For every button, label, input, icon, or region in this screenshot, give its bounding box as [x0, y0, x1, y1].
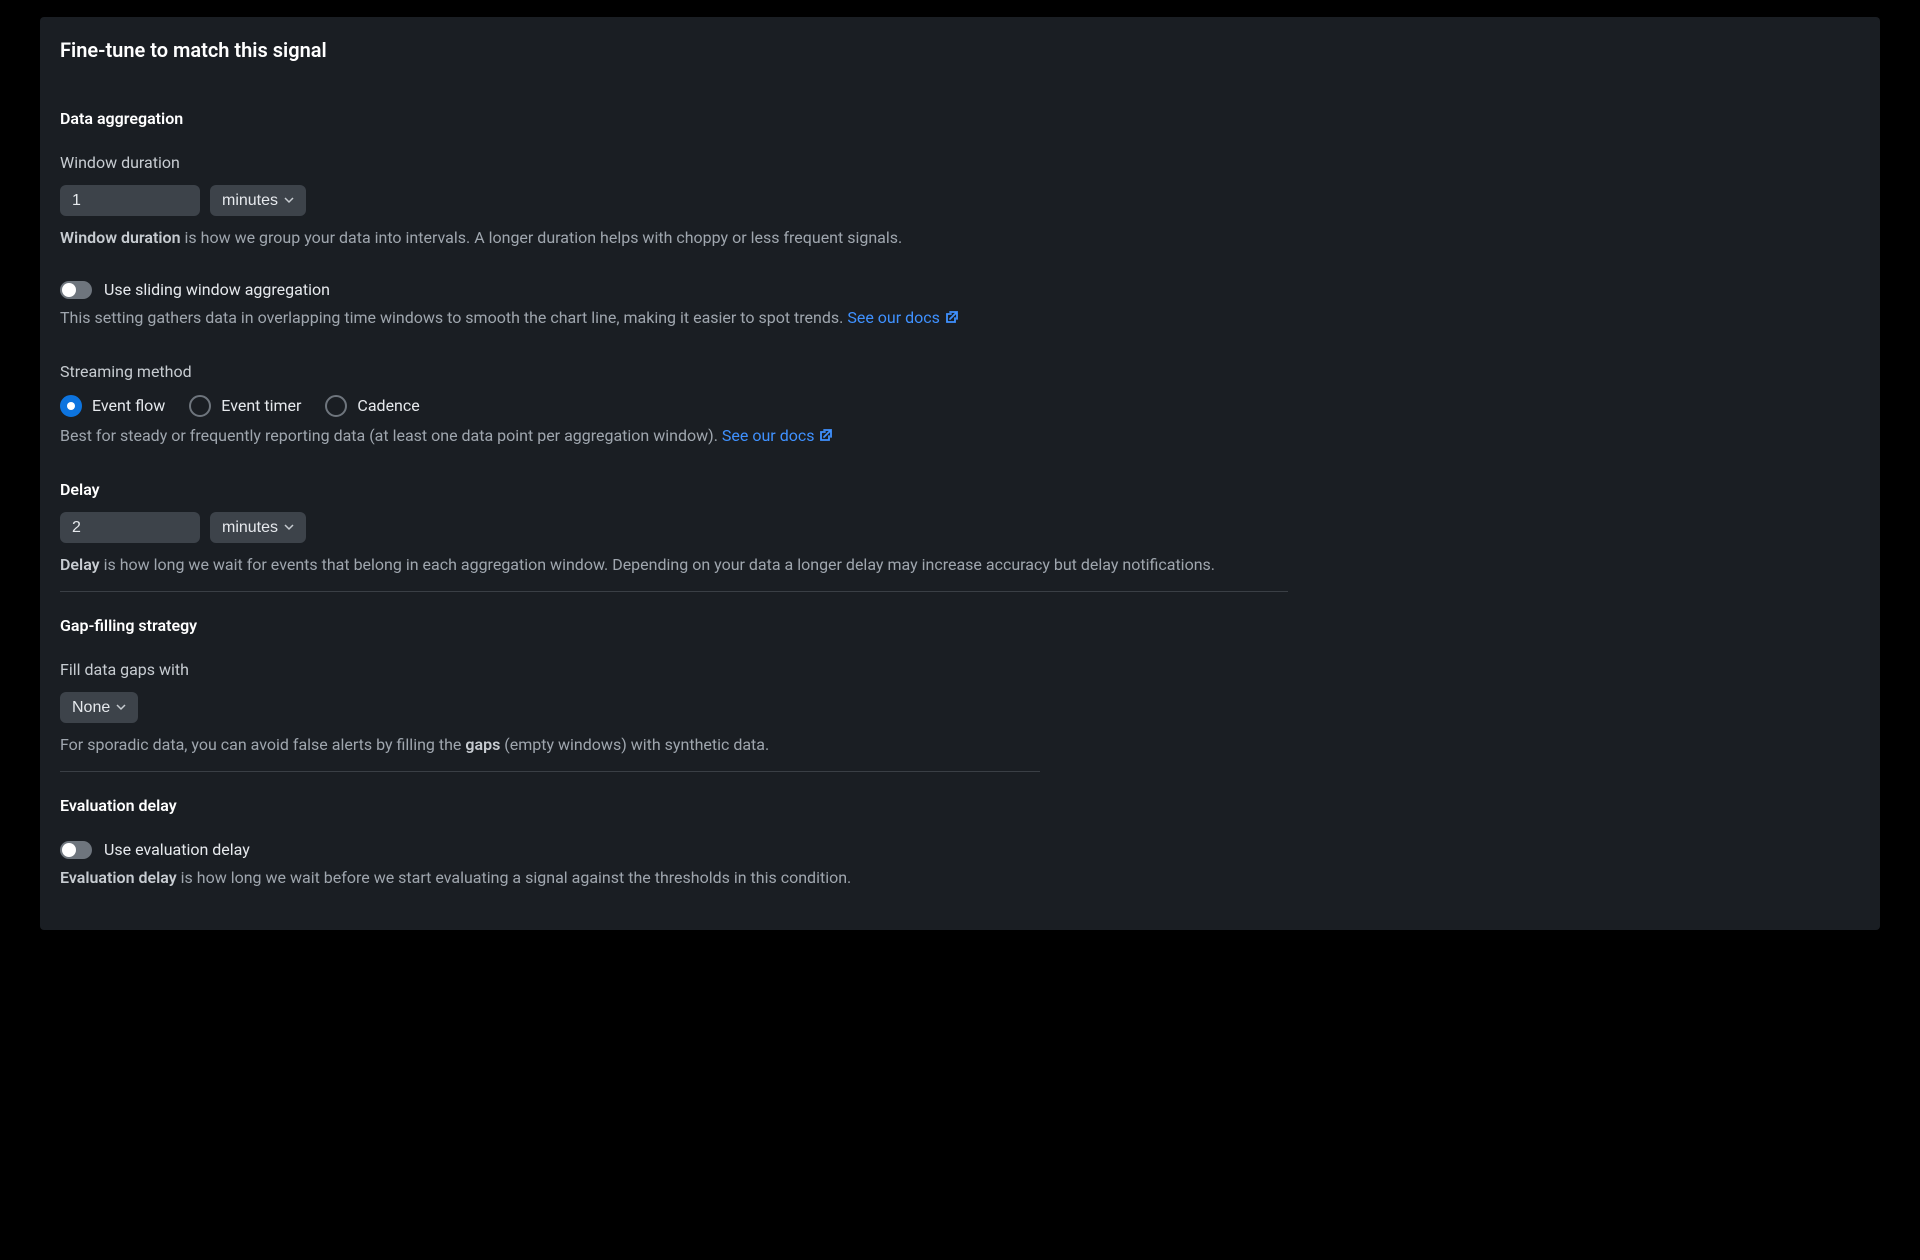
radio-icon [60, 395, 82, 417]
page-title: Fine-tune to match this signal [60, 35, 1860, 65]
radio-cadence[interactable]: Cadence [325, 394, 419, 418]
streaming-method-help: Best for steady or frequently reporting … [60, 424, 1860, 450]
delay-label: Delay [60, 478, 1860, 502]
streaming-method-help-text: Best for steady or frequently reporting … [60, 426, 722, 445]
section-title-data-aggregation: Data aggregation [60, 107, 1860, 131]
fill-gaps-row: None [60, 692, 1860, 723]
divider [60, 591, 1288, 592]
window-duration-label: Window duration [60, 151, 1860, 175]
window-duration-input[interactable] [60, 185, 200, 216]
radio-icon [189, 395, 211, 417]
evaluation-delay-help: Evaluation delay is how long we wait bef… [60, 866, 1860, 890]
section-title-evaluation-delay: Evaluation delay [60, 794, 1860, 818]
delay-row: minutes [60, 512, 1860, 543]
section-evaluation-delay: Evaluation delay Use evaluation delay Ev… [60, 794, 1860, 890]
radio-cadence-label: Cadence [357, 394, 419, 418]
evaluation-delay-row: Use evaluation delay [60, 838, 1860, 862]
sliding-window-toggle[interactable] [60, 281, 92, 299]
sliding-window-label: Use sliding window aggregation [104, 278, 330, 302]
fill-gaps-help: For sporadic data, you can avoid false a… [60, 733, 1860, 757]
fill-gaps-help-strong: gaps [465, 735, 500, 754]
delay-help-strong: Delay [60, 555, 100, 574]
chevron-down-icon [284, 194, 294, 208]
chevron-down-icon [116, 701, 126, 715]
streaming-method-docs-link-text: See our docs [722, 426, 815, 445]
fill-gaps-value: None [72, 699, 110, 717]
external-link-icon [944, 308, 960, 332]
streaming-method-radios: Event flow Event timer Cadence [60, 394, 1860, 418]
streaming-method-label: Streaming method [60, 360, 1860, 384]
window-duration-help-strong: Window duration [60, 228, 181, 247]
delay-help: Delay is how long we wait for events tha… [60, 553, 1860, 577]
delay-unit-label: minutes [222, 519, 278, 537]
sliding-window-docs-link[interactable]: See our docs [847, 308, 960, 327]
external-link-icon [818, 426, 834, 450]
fill-gaps-help-post: (empty windows) with synthetic data. [500, 735, 769, 754]
radio-event-timer-label: Event timer [221, 394, 301, 418]
window-duration-row: minutes [60, 185, 1860, 216]
fill-gaps-select[interactable]: None [60, 692, 138, 723]
section-title-gap-filling: Gap-filling strategy [60, 614, 1860, 638]
radio-event-timer[interactable]: Event timer [189, 394, 301, 418]
fill-gaps-help-pre: For sporadic data, you can avoid false a… [60, 735, 465, 754]
divider [60, 771, 1040, 772]
section-data-aggregation: Data aggregation Window duration minutes… [60, 107, 1860, 577]
chevron-down-icon [284, 521, 294, 535]
radio-event-flow[interactable]: Event flow [60, 394, 165, 418]
section-gap-filling: Gap-filling strategy Fill data gaps with… [60, 614, 1860, 757]
streaming-method-docs-link[interactable]: See our docs [722, 426, 835, 445]
fill-gaps-label: Fill data gaps with [60, 658, 1860, 682]
sliding-window-help-text: This setting gathers data in overlapping… [60, 308, 847, 327]
delay-unit-select[interactable]: minutes [210, 512, 306, 543]
settings-panel: Fine-tune to match this signal Data aggr… [40, 17, 1880, 930]
evaluation-delay-help-rest: is how long we wait before we start eval… [177, 868, 852, 887]
sliding-window-help: This setting gathers data in overlapping… [60, 306, 1860, 332]
delay-input[interactable] [60, 512, 200, 543]
radio-icon [325, 395, 347, 417]
delay-help-rest: is how long we wait for events that belo… [100, 555, 1215, 574]
sliding-window-docs-link-text: See our docs [847, 308, 940, 327]
window-duration-unit-label: minutes [222, 192, 278, 210]
window-duration-help-rest: is how we group your data into intervals… [181, 228, 903, 247]
evaluation-delay-label: Use evaluation delay [104, 838, 250, 862]
evaluation-delay-help-strong: Evaluation delay [60, 868, 177, 887]
window-duration-help: Window duration is how we group your dat… [60, 226, 1860, 250]
radio-event-flow-label: Event flow [92, 394, 165, 418]
sliding-window-row: Use sliding window aggregation [60, 278, 1860, 302]
evaluation-delay-toggle[interactable] [60, 841, 92, 859]
window-duration-unit-select[interactable]: minutes [210, 185, 306, 216]
